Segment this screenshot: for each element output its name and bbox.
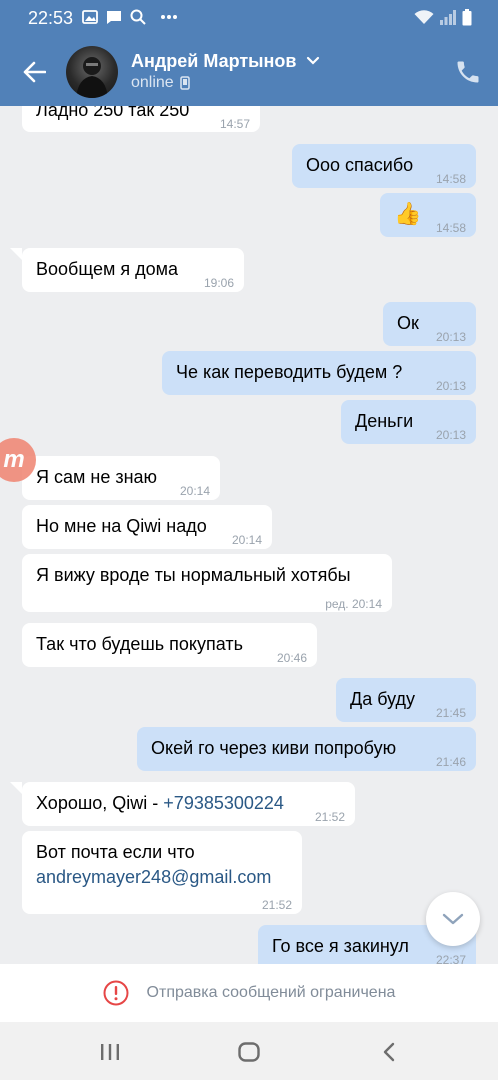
message-text: Ладно 250 так 250 bbox=[36, 106, 190, 120]
contact-avatar[interactable] bbox=[66, 46, 118, 98]
back-chevron-icon bbox=[383, 1042, 395, 1062]
chevron-down-icon bbox=[442, 913, 464, 925]
email-link[interactable]: andreymayer248@gmail.com bbox=[36, 865, 271, 889]
message-time: 20:13 bbox=[435, 330, 466, 344]
message-incoming[interactable]: Но мне на Qiwi надо 20:14 bbox=[22, 505, 272, 549]
message-text: Че как переводить будем ? bbox=[176, 362, 403, 382]
contact-status: online bbox=[131, 74, 190, 92]
message-time: 14:58 bbox=[435, 221, 466, 235]
message-text: Я вижу вроде ты нормальный хотябы bbox=[36, 565, 351, 585]
message-incoming[interactable]: Хорошо, Qiwi - +79385300224 21:52 bbox=[22, 782, 355, 826]
message-outgoing[interactable]: Деньги 20:13 bbox=[341, 400, 476, 444]
message-text: Деньги bbox=[355, 411, 414, 431]
message-time: 20:46 bbox=[276, 651, 307, 665]
message-time: 20:14 bbox=[231, 533, 262, 547]
chevron-down-icon[interactable] bbox=[306, 56, 320, 66]
message-outgoing[interactable]: 👍 14:58 bbox=[380, 193, 476, 237]
message-incoming[interactable]: Вот почта если что andreymayer248@gmail.… bbox=[22, 831, 302, 914]
message-time: 22:37 bbox=[435, 953, 466, 964]
warning-icon bbox=[103, 980, 129, 1006]
message-text: Так что будешь покупать bbox=[36, 634, 243, 654]
message-text: Хорошо, Qiwi - bbox=[36, 793, 164, 813]
message-time: 14:58 bbox=[435, 172, 466, 186]
restriction-banner: Отправка сообщений ограничена bbox=[0, 964, 498, 1022]
home-button[interactable] bbox=[236, 1039, 262, 1065]
restriction-text: Отправка сообщений ограничена bbox=[146, 984, 396, 1001]
message-time: 20:14 bbox=[179, 484, 210, 498]
message-incoming[interactable]: Вообщем я дома 19:06 bbox=[22, 248, 244, 292]
recent-apps-icon bbox=[101, 1044, 119, 1060]
mobile-device-icon bbox=[179, 76, 190, 90]
wifi-icon bbox=[414, 10, 434, 24]
message-time: 21:45 bbox=[435, 706, 466, 720]
message-outgoing[interactable]: Ок 20:13 bbox=[383, 302, 476, 346]
message-icon bbox=[107, 10, 121, 24]
badge-letter: m bbox=[3, 446, 25, 473]
bubble-tail bbox=[10, 248, 22, 260]
message-text: Я сам не знаю bbox=[36, 467, 158, 487]
thumbs-up-icon: 👍 bbox=[394, 201, 422, 226]
recent-apps-button[interactable] bbox=[97, 1039, 123, 1065]
back-button[interactable] bbox=[18, 56, 50, 88]
online-status: online bbox=[131, 74, 174, 91]
scroll-down-button[interactable] bbox=[426, 892, 480, 946]
status-time: 22:53 bbox=[28, 8, 74, 28]
message-text: Да буду bbox=[350, 689, 416, 709]
more-icon bbox=[161, 15, 177, 19]
message-outgoing[interactable]: Ооо спасибо 14:58 bbox=[292, 144, 476, 188]
message-text: Вообщем я дома bbox=[36, 259, 178, 279]
message-text: Ооо спасибо bbox=[306, 155, 414, 175]
message-outgoing[interactable]: Че как переводить будем ? 20:13 bbox=[162, 351, 476, 395]
status-bar: 22:53 bbox=[0, 0, 498, 36]
message-time: 21:52 bbox=[261, 898, 292, 912]
message-time: 20:13 bbox=[435, 379, 466, 393]
back-arrow-icon bbox=[23, 61, 46, 83]
home-icon bbox=[238, 1042, 260, 1062]
signal-icon bbox=[440, 10, 456, 25]
message-incoming[interactable]: Так что будешь покупать 20:46 bbox=[22, 623, 317, 667]
message-incoming[interactable]: Я вижу вроде ты нормальный хотябы ред. 2… bbox=[22, 554, 392, 612]
message-incoming[interactable]: Я сам не знаю 20:14 bbox=[22, 456, 220, 500]
message-text: Окей го через киви попробую bbox=[151, 738, 397, 758]
phone-link[interactable]: +79385300224 bbox=[163, 793, 284, 813]
message-text: Но мне на Qiwi надо bbox=[36, 516, 207, 536]
message-text: Ок bbox=[397, 313, 419, 333]
battery-icon bbox=[462, 9, 472, 26]
back-nav-button[interactable] bbox=[376, 1039, 402, 1065]
message-time: 21:52 bbox=[314, 810, 345, 824]
message-time: 21:46 bbox=[435, 755, 466, 769]
image-icon bbox=[82, 10, 98, 24]
system-nav-bar bbox=[0, 1022, 498, 1080]
message-time: 19:06 bbox=[203, 276, 234, 290]
message-outgoing[interactable]: Окей го через киви попробую 21:46 bbox=[137, 727, 476, 771]
phone-icon[interactable] bbox=[454, 58, 482, 86]
contact-name[interactable]: Андрей Мартынов bbox=[131, 51, 296, 72]
message-text: Вот почта если что bbox=[36, 842, 195, 862]
message-time: 20:13 bbox=[435, 428, 466, 442]
message-incoming[interactable]: Ладно 250 так 250 14:57 bbox=[22, 106, 260, 132]
app-header: 22:53 Андрей Мартынов online bbox=[0, 0, 498, 106]
message-outgoing[interactable]: Да буду 21:45 bbox=[336, 678, 476, 722]
bubble-tail bbox=[10, 782, 22, 794]
search-icon bbox=[130, 9, 146, 25]
avatar-image bbox=[76, 57, 108, 98]
message-time: 14:57 bbox=[219, 117, 250, 131]
message-text: Го все я закинул bbox=[272, 936, 409, 956]
message-time: ред. 20:14 bbox=[325, 597, 382, 611]
message-list[interactable]: Ладно 250 так 250 14:57 Ооо спасибо 14:5… bbox=[0, 106, 498, 964]
